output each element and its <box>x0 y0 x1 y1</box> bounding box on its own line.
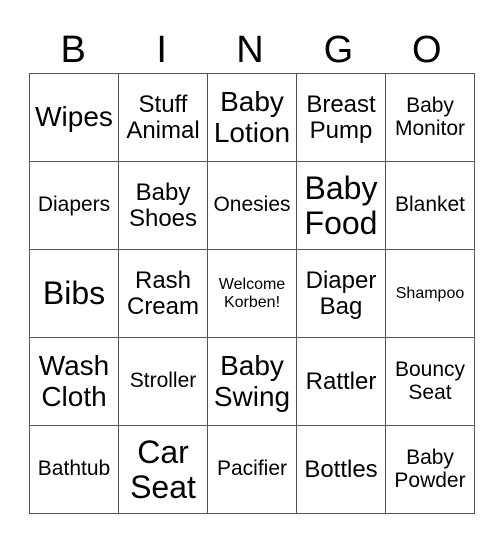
bingo-cell[interactable]: Baby Powder <box>385 425 475 514</box>
bingo-cell[interactable]: Bathtub <box>29 425 119 514</box>
bingo-cell[interactable]: Rattler <box>296 337 386 426</box>
bingo-cell[interactable]: Diapers <box>29 161 119 250</box>
bingo-cell[interactable]: Wipes <box>29 73 119 162</box>
bingo-cell[interactable]: Car Seat <box>118 425 208 514</box>
header-letter-i: I <box>156 29 167 71</box>
grid-row: Diapers Baby Shoes Onesies Baby Food Blanket <box>29 161 475 250</box>
bingo-cell[interactable]: Stuff Animal <box>118 73 208 162</box>
bingo-cell[interactable]: Stroller <box>118 337 208 426</box>
bingo-cell[interactable]: Baby Food <box>296 161 386 250</box>
header-letter-b: B <box>60 29 86 71</box>
bingo-cell[interactable]: Baby Monitor <box>385 73 475 162</box>
bingo-cell[interactable]: Bouncy Seat <box>385 337 475 426</box>
bingo-cell[interactable]: Diaper Bag <box>296 249 386 338</box>
grid-row: Wipes Stuff Animal Baby Lotion Breast Pump B… <box>29 73 475 162</box>
bingo-cell[interactable]: Rash Cream <box>118 249 208 338</box>
bingo-cell[interactable]: Blanket <box>385 161 475 250</box>
header-letter-g: G <box>323 29 354 71</box>
header-letter-n: N <box>236 29 264 71</box>
bingo-cell[interactable]: Baby Lotion <box>207 73 297 162</box>
bingo-cell[interactable]: Onesies <box>207 161 297 250</box>
bingo-cell[interactable]: Bibs <box>29 249 119 338</box>
bingo-cell[interactable]: Baby Swing <box>207 337 297 426</box>
bingo-grid: Wipes Stuff Animal Baby Lotion Breast Pump B… <box>29 73 475 514</box>
bingo-cell[interactable]: Wash Cloth <box>29 337 119 426</box>
header-letter-o: O <box>412 29 442 71</box>
bingo-header: B I N G O <box>29 28 471 72</box>
bingo-cell[interactable]: Bottles <box>296 425 386 514</box>
grid-row: Bathtub Car Seat Pacifier Bottles Baby Powde… <box>29 425 475 514</box>
bingo-cell[interactable]: Pacifier <box>207 425 297 514</box>
bingo-cell[interactable]: Welcome Korben! <box>207 249 297 338</box>
bingo-cell[interactable]: Baby Shoes <box>118 161 208 250</box>
grid-row: Wash Cloth Stroller Baby Swing Rattler Bounc… <box>29 337 475 426</box>
bingo-cell[interactable]: Breast Pump <box>296 73 386 162</box>
grid-row: Bibs Rash Cream Welcome Korben! Diaper Bag S… <box>29 249 475 338</box>
bingo-cell[interactable]: Shampoo <box>385 249 475 338</box>
